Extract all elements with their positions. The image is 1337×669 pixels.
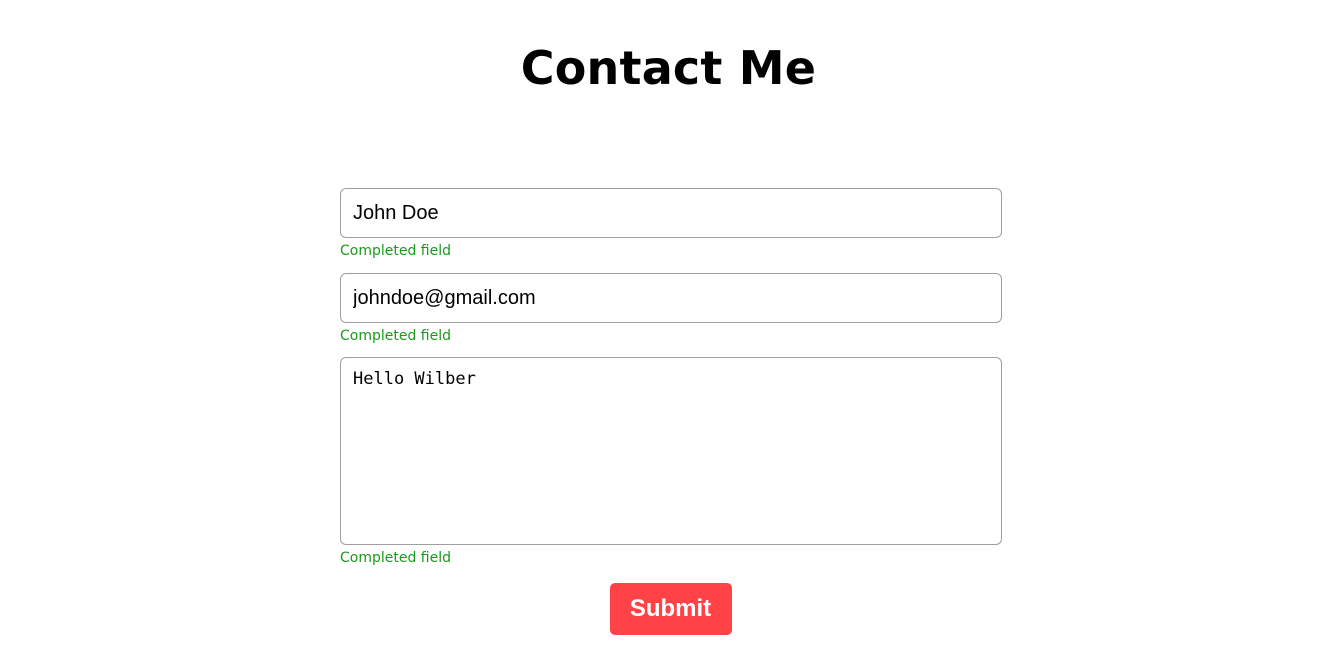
- email-input[interactable]: [340, 273, 1002, 323]
- name-status-text: Completed field: [340, 243, 452, 259]
- name-input[interactable]: [340, 188, 1002, 238]
- message-textarea[interactable]: Hello Wilber: [340, 357, 1002, 545]
- message-status-text: Completed field: [340, 550, 452, 566]
- email-status-text: Completed field: [340, 328, 452, 344]
- contact-form: Completed field Completed field Hello Wi…: [340, 188, 1002, 567]
- submit-button[interactable]: Submit: [609, 583, 732, 635]
- submit-container: Submit: [0, 583, 1337, 635]
- page-title: Contact Me: [520, 41, 817, 95]
